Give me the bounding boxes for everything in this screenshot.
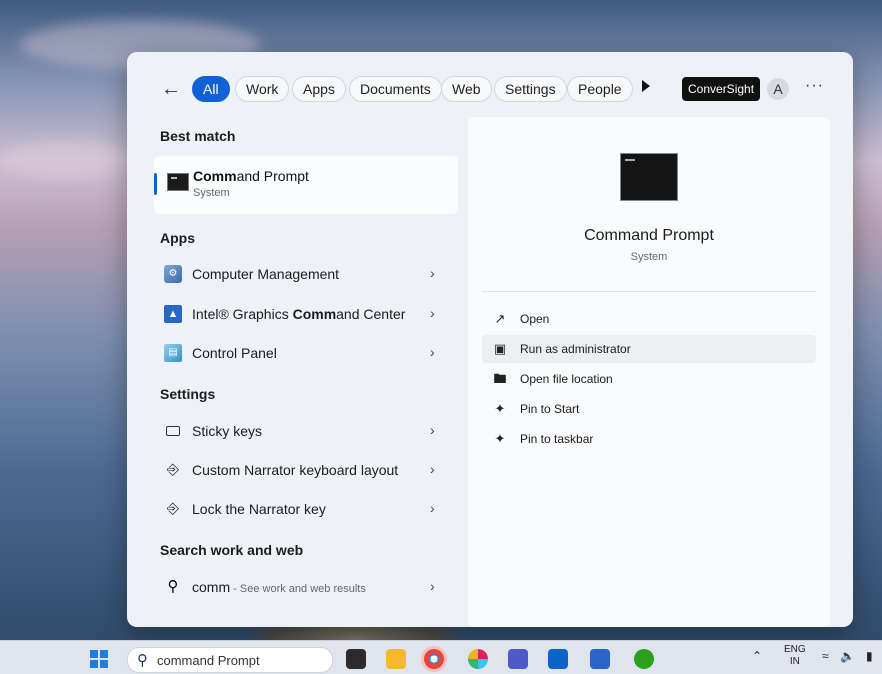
list-item-label: Intel® Graphics Command Center (192, 306, 406, 322)
detail-title: Command Prompt (584, 227, 714, 244)
apps-heading: Apps (160, 230, 195, 246)
chrome-icon[interactable] (424, 649, 444, 669)
tab-settings[interactable]: Settings (494, 76, 567, 102)
wifi-icon[interactable]: ≈ (822, 649, 829, 663)
control-panel-icon: ▤ (164, 344, 182, 362)
search-icon: ⚲ (137, 652, 148, 669)
taskbar: ⚲ command Prompt ⌃ ENG IN ≈ 🔈 ▮ (0, 640, 882, 674)
pin-icon: ✦ (494, 401, 506, 416)
action-open-file-location[interactable]: 🖿 Open file location (482, 365, 816, 393)
best-match-item[interactable]: Command Prompt System (154, 156, 458, 214)
chevron-up-icon[interactable]: ⌃ (752, 649, 762, 663)
list-item-label: Sticky keys (192, 423, 263, 439)
action-label: Pin to taskbar (520, 432, 594, 446)
search-icon: ⚲ (167, 578, 179, 595)
filter-tabs: ← All Work Apps Documents Web Settings P… (127, 75, 853, 103)
teams-icon[interactable] (508, 649, 528, 669)
action-pin-to-taskbar[interactable]: ✦ Pin to taskbar (482, 425, 816, 453)
tab-work[interactable]: Work (235, 76, 290, 102)
action-open[interactable]: ↗ Open (482, 305, 816, 333)
list-item-custom-narrator-layout[interactable]: ⎆ Custom Narrator keyboard layout › (154, 453, 458, 487)
narrator-icon: ⎆ (166, 500, 179, 517)
web-search-label: comm - See work and web results (192, 579, 366, 595)
folder-icon: 🖿 (493, 371, 507, 386)
org-brand-button[interactable]: ConverSight (682, 77, 761, 101)
chevron-right-icon[interactable]: › (430, 422, 435, 438)
action-label: Run as administrator (520, 342, 631, 356)
list-item-label: Control Panel (192, 345, 277, 361)
action-label: Pin to Start (520, 402, 580, 416)
chevron-right-icon[interactable]: › (430, 344, 435, 360)
action-run-as-admin[interactable]: ▣ Run as administrator (482, 335, 816, 363)
list-item-lock-narrator-key[interactable]: ⎆ Lock the Narrator key › (154, 492, 458, 526)
back-arrow-icon[interactable]: ← (161, 79, 181, 99)
command-prompt-large-icon (620, 153, 678, 201)
quickbooks-icon[interactable] (634, 649, 654, 669)
pin-icon: ✦ (494, 431, 506, 446)
detail-subtitle: System (630, 251, 668, 263)
divider (482, 291, 816, 292)
task-view-icon[interactable] (346, 649, 366, 669)
search-web-heading: Search work and web (160, 542, 304, 558)
tab-people[interactable]: People (567, 76, 633, 102)
language-indicator[interactable]: ENG IN (784, 644, 806, 668)
battery-icon[interactable]: ▮ (866, 649, 873, 663)
command-prompt-icon (167, 173, 189, 191)
taskbar-search-input[interactable]: ⚲ command Prompt (127, 647, 333, 673)
list-item-label: Custom Narrator keyboard layout (192, 462, 399, 478)
best-match-heading: Best match (160, 128, 236, 144)
windows-start-icon[interactable] (90, 650, 108, 668)
list-item-label: Lock the Narrator key (192, 501, 326, 517)
more-tabs-arrow-icon[interactable] (642, 80, 650, 92)
computer-management-icon: ⚙ (164, 265, 182, 283)
chevron-right-icon[interactable]: › (430, 265, 435, 281)
tab-web[interactable]: Web (441, 76, 492, 102)
search-panel: ← All Work Apps Documents Web Settings P… (127, 52, 853, 627)
file-explorer-icon[interactable] (386, 649, 406, 669)
intel-graphics-icon: ▲ (164, 305, 182, 323)
chevron-right-icon[interactable]: › (430, 305, 435, 321)
list-item-label: Computer Management (192, 266, 340, 282)
keyboard-icon (166, 426, 180, 436)
search-value: command Prompt (157, 653, 260, 668)
detail-pane: Command Prompt System ↗ Open ▣ Run as ad… (468, 117, 830, 627)
selection-accent (154, 173, 157, 195)
volume-icon[interactable]: 🔈 (840, 649, 855, 663)
action-pin-to-start[interactable]: ✦ Pin to Start (482, 395, 816, 423)
web-search-item[interactable]: ⚲ comm - See work and web results › (154, 570, 458, 604)
chevron-right-icon[interactable]: › (430, 461, 435, 477)
best-match-title: Command Prompt (193, 168, 309, 184)
action-label: Open (520, 312, 550, 326)
list-item-intel-graphics[interactable]: ▲ Intel® Graphics Command Center › (154, 297, 458, 331)
tab-apps[interactable]: Apps (292, 76, 346, 102)
more-options-icon[interactable]: ··· (805, 77, 824, 95)
tab-documents[interactable]: Documents (349, 76, 442, 102)
narrator-icon: ⎆ (166, 461, 179, 478)
action-label: Open file location (520, 372, 613, 386)
list-item-computer-management[interactable]: ⚙ Computer Management › (154, 257, 458, 291)
outlook-icon[interactable] (548, 649, 568, 669)
wallpaper-cloud (0, 140, 130, 180)
slack-icon[interactable] (468, 649, 488, 669)
shield-icon: ▣ (493, 341, 507, 356)
open-external-icon: ↗ (494, 311, 506, 326)
chevron-right-icon[interactable]: › (430, 578, 435, 594)
list-item-control-panel[interactable]: ▤ Control Panel › (154, 336, 458, 370)
avatar[interactable]: A (767, 78, 789, 100)
word-icon[interactable] (590, 649, 610, 669)
best-match-subtitle: System (193, 187, 230, 199)
tab-all[interactable]: All (192, 76, 230, 102)
chevron-right-icon[interactable]: › (430, 500, 435, 516)
settings-heading: Settings (160, 386, 216, 402)
list-item-sticky-keys[interactable]: Sticky keys › (154, 414, 458, 448)
